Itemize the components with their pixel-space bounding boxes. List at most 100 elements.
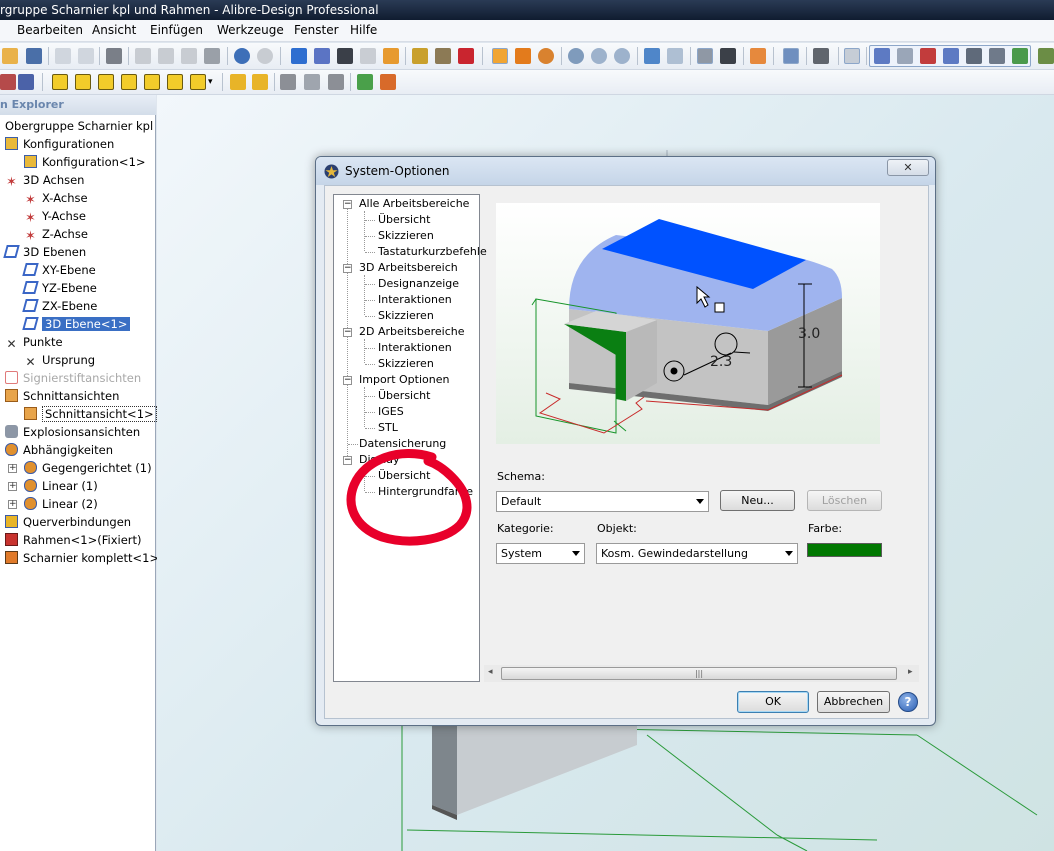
- tree-item-ursprung[interactable]: ✕ Ursprung: [24, 351, 95, 369]
- constraint-tangent-icon[interactable]: [966, 48, 982, 64]
- tree-item-gegengerichtet[interactable]: Gegengerichtet (1): [24, 459, 152, 477]
- zoom-fit-icon[interactable]: [614, 48, 630, 64]
- tree-node-skizzieren[interactable]: Skizzieren: [378, 228, 434, 244]
- view-top-icon[interactable]: [144, 74, 160, 90]
- view-left-icon[interactable]: [98, 74, 114, 90]
- axis-tool-icon[interactable]: [314, 48, 330, 64]
- pattern-icon[interactable]: [280, 74, 296, 90]
- menu-hilfe[interactable]: Hilfe: [350, 23, 377, 37]
- scale-icon[interactable]: [435, 48, 451, 64]
- expand-toggle[interactable]: +: [8, 464, 17, 473]
- tree-item-linear-2[interactable]: Linear (2): [24, 495, 98, 513]
- table-icon[interactable]: [360, 48, 376, 64]
- constraint-align-icon[interactable]: [897, 48, 913, 64]
- new-button[interactable]: Neu...: [720, 490, 795, 511]
- cancel-button[interactable]: Abbrechen: [817, 691, 890, 713]
- view-iso-icon[interactable]: [190, 74, 206, 90]
- display-mode-icon[interactable]: [813, 48, 829, 64]
- interference-icon[interactable]: [380, 74, 396, 90]
- rotate-icon[interactable]: [538, 48, 554, 64]
- bom-icon[interactable]: [18, 74, 34, 90]
- undo-icon[interactable]: [234, 48, 250, 64]
- view-back-icon[interactable]: [75, 74, 91, 90]
- tree-node-designanzeige[interactable]: Designanzeige: [378, 276, 459, 292]
- mirror-icon[interactable]: [304, 74, 320, 90]
- constraint-more-icon[interactable]: [1038, 48, 1054, 64]
- tree-node-skizzieren[interactable]: Skizzieren: [378, 356, 434, 372]
- constraint-gear-icon[interactable]: [1012, 48, 1028, 64]
- tree-item-x-achse[interactable]: ✶ X-Achse: [24, 189, 88, 207]
- delete-button[interactable]: Löschen: [807, 490, 882, 511]
- back-icon[interactable]: [644, 48, 660, 64]
- forward-icon[interactable]: [667, 48, 683, 64]
- tree-item-zx-ebene[interactable]: ZX-Ebene: [22, 297, 97, 315]
- expand-toggle[interactable]: +: [8, 500, 17, 509]
- menu-ansicht[interactable]: Ansicht: [92, 23, 136, 37]
- properties-icon[interactable]: [78, 48, 94, 64]
- view-right-icon[interactable]: [121, 74, 137, 90]
- render-icon[interactable]: [720, 48, 736, 64]
- analysis-icon[interactable]: [458, 48, 474, 64]
- tree-item-punkte[interactable]: ✕ Punkte: [5, 333, 62, 351]
- view-front-icon[interactable]: [52, 74, 68, 90]
- tree-root[interactable]: Obergruppe Scharnier kpl und: [5, 117, 179, 135]
- tree-item-konfiguration-1[interactable]: Konfiguration<1>: [24, 153, 146, 171]
- tree-item-xy-ebene[interactable]: XY-Ebene: [22, 261, 96, 279]
- view-bottom-icon[interactable]: [167, 74, 183, 90]
- copy-icon[interactable]: [158, 48, 174, 64]
- point-tool-icon[interactable]: [337, 48, 353, 64]
- tree-node-uebersicht[interactable]: Übersicht: [378, 388, 430, 404]
- collapse-toggle[interactable]: −: [343, 376, 352, 385]
- category-select[interactable]: System: [496, 543, 585, 564]
- expand-toggle[interactable]: +: [8, 482, 17, 491]
- constraint-axis-icon[interactable]: [920, 48, 936, 64]
- constraint-angle-icon[interactable]: [989, 48, 1005, 64]
- horizontal-scrollbar[interactable]: ◂ ||| ▸: [484, 665, 919, 682]
- measure-icon[interactable]: [412, 48, 428, 64]
- view-cube-icon[interactable]: [697, 48, 713, 64]
- tree-node-import-optionen[interactable]: Import Optionen: [359, 372, 449, 388]
- select-icon[interactable]: [492, 48, 508, 64]
- chevron-down-icon[interactable]: ▾: [208, 74, 218, 90]
- tree-node-2d-arbeitsbereiche[interactable]: 2D Arbeitsbereiche: [359, 324, 465, 340]
- tree-node-tastaturkurzbefehle[interactable]: Tastaturkurzbefehle: [378, 244, 487, 260]
- collapse-toggle[interactable]: −: [343, 328, 352, 337]
- pan-icon[interactable]: [515, 48, 531, 64]
- redo-icon[interactable]: [257, 48, 273, 64]
- tree-item-3d-ebenen[interactable]: 3D Ebenen: [3, 243, 86, 261]
- appearance-icon[interactable]: [750, 48, 766, 64]
- tree-node-alle-arbeitsbereiche[interactable]: Alle Arbeitsbereiche: [359, 196, 469, 212]
- new-document-icon[interactable]: [55, 48, 71, 64]
- tree-item-explosionsansichten[interactable]: Explosionsansichten: [5, 423, 140, 441]
- tree-item-yz-ebene[interactable]: YZ-Ebene: [22, 279, 97, 297]
- cut-icon[interactable]: [135, 48, 151, 64]
- tree-item-linear-1[interactable]: Linear (1): [24, 477, 98, 495]
- color-swatch[interactable]: [807, 543, 882, 557]
- tree-node-interaktionen[interactable]: Interaktionen: [378, 292, 452, 308]
- tree-item-querverbindungen[interactable]: Querverbindungen: [5, 513, 131, 531]
- tree-node-3d-arbeitsbereich[interactable]: 3D Arbeitsbereich: [359, 260, 458, 276]
- schema-select[interactable]: Default: [496, 491, 709, 512]
- save-icon[interactable]: [26, 48, 42, 64]
- tree-node-interaktionen[interactable]: Interaktionen: [378, 340, 452, 356]
- tree-item-rahmen[interactable]: Rahmen<1>(Fixiert): [5, 531, 142, 549]
- help-button[interactable]: ?: [898, 692, 918, 712]
- tree-item-schnittansicht-1[interactable]: Schnittansicht<1>: [24, 405, 157, 423]
- insert-part-icon[interactable]: [230, 74, 246, 90]
- object-select[interactable]: Kosm. Gewindedarstellung: [596, 543, 798, 564]
- scrollbar-thumb[interactable]: |||: [501, 667, 897, 680]
- tree-item-scharnier-komplett[interactable]: Scharnier komplett<1>: [5, 549, 159, 567]
- tree-item-3d-ebene-1[interactable]: 3D Ebene<1>: [22, 315, 131, 333]
- delete-icon[interactable]: [204, 48, 220, 64]
- zoom-window-icon[interactable]: [591, 48, 607, 64]
- close-button[interactable]: ✕: [887, 159, 929, 176]
- plane-tool-icon[interactable]: [291, 48, 307, 64]
- tree-node-iges[interactable]: IGES: [378, 404, 404, 420]
- constraint-mate-icon[interactable]: [874, 48, 890, 64]
- tree-node-skizzieren[interactable]: Skizzieren: [378, 308, 434, 324]
- menu-fenster[interactable]: Fenster: [294, 23, 339, 37]
- scroll-left-icon[interactable]: ◂: [488, 667, 493, 677]
- constraint-orient-icon[interactable]: [943, 48, 959, 64]
- scroll-right-icon[interactable]: ▸: [908, 667, 913, 677]
- menu-werkzeuge[interactable]: Werkzeuge: [217, 23, 284, 37]
